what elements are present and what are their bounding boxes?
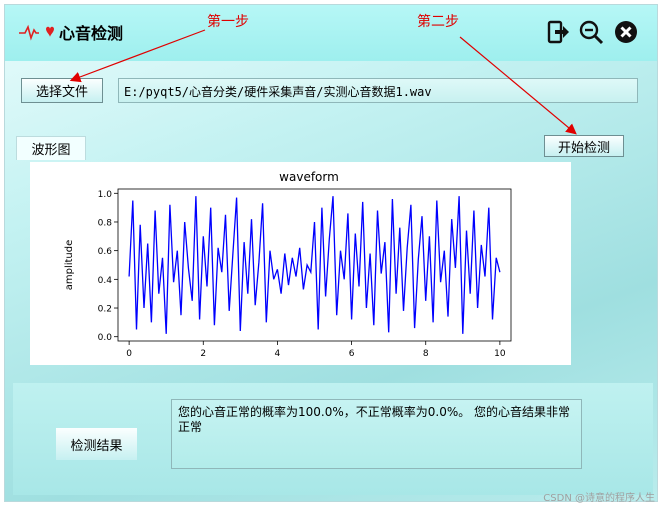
title-bar: 心音检测 — [5, 5, 657, 61]
y-axis-label: amplitude — [64, 240, 75, 291]
y-tick-label: 1.0 — [98, 190, 113, 200]
x-tick-label: 2 — [200, 349, 206, 359]
x-tick-label: 8 — [423, 349, 429, 359]
y-tick-label: 0.0 — [98, 333, 113, 343]
plot-axes — [117, 188, 512, 342]
y-axis: 0.0 0.2 0.4 0.6 0.8 1.0 — [98, 190, 118, 343]
y-tick-label: 0.8 — [98, 218, 113, 228]
x-tick-label: 0 — [126, 349, 132, 359]
result-label: 检测结果 — [56, 428, 137, 460]
tab-waveform[interactable]: 波形图 — [16, 136, 86, 160]
close-icon[interactable] — [613, 19, 639, 45]
file-path-field[interactable]: E:/pyqt5/心音分类/硬件采集声音/实测心音数据1.wav — [118, 78, 638, 103]
y-tick-label: 0.2 — [98, 305, 112, 315]
x-tick-label: 6 — [349, 349, 355, 359]
start-detect-button[interactable]: 开始检测 — [544, 135, 624, 157]
x-tick-label: 10 — [494, 349, 506, 359]
chart-title: waveform — [279, 170, 339, 184]
main-window: 心音检测 选择文件 E:/pyqt5/心音分类/硬件采集声音/实测心音数据1.w… — [4, 4, 658, 502]
waveform-line — [128, 196, 501, 334]
exit-button[interactable] — [545, 19, 571, 45]
heartbeat-icon — [19, 24, 54, 41]
watermark: CSDN @诗意的程序人生 — [543, 493, 655, 504]
zoom-out-icon[interactable] — [578, 19, 604, 45]
x-tick-label: 4 — [275, 349, 281, 359]
y-tick-label: 0.4 — [98, 276, 113, 286]
select-file-button[interactable]: 选择文件 — [21, 78, 103, 103]
result-text: 您的心音正常的概率为100.0%，不正常概率为0.0%。 您的心音结果非常正常 — [171, 399, 582, 469]
annotation-step1: 第一步 — [207, 14, 249, 30]
app-title: 心音检测 — [59, 24, 124, 43]
y-tick-label: 0.6 — [98, 247, 113, 257]
waveform-chart: waveform 0.0 0.2 0.4 0.6 0.8 1.0 0 2 4 6 8 10 ampl… — [64, 170, 512, 359]
annotation-step2: 第二步 — [417, 14, 459, 30]
x-axis: 0 2 4 6 8 10 — [126, 341, 506, 359]
waveform-plot-panel: waveform 0.0 0.2 0.4 0.6 0.8 1.0 0 2 4 6 8 10 ampl… — [30, 162, 571, 365]
